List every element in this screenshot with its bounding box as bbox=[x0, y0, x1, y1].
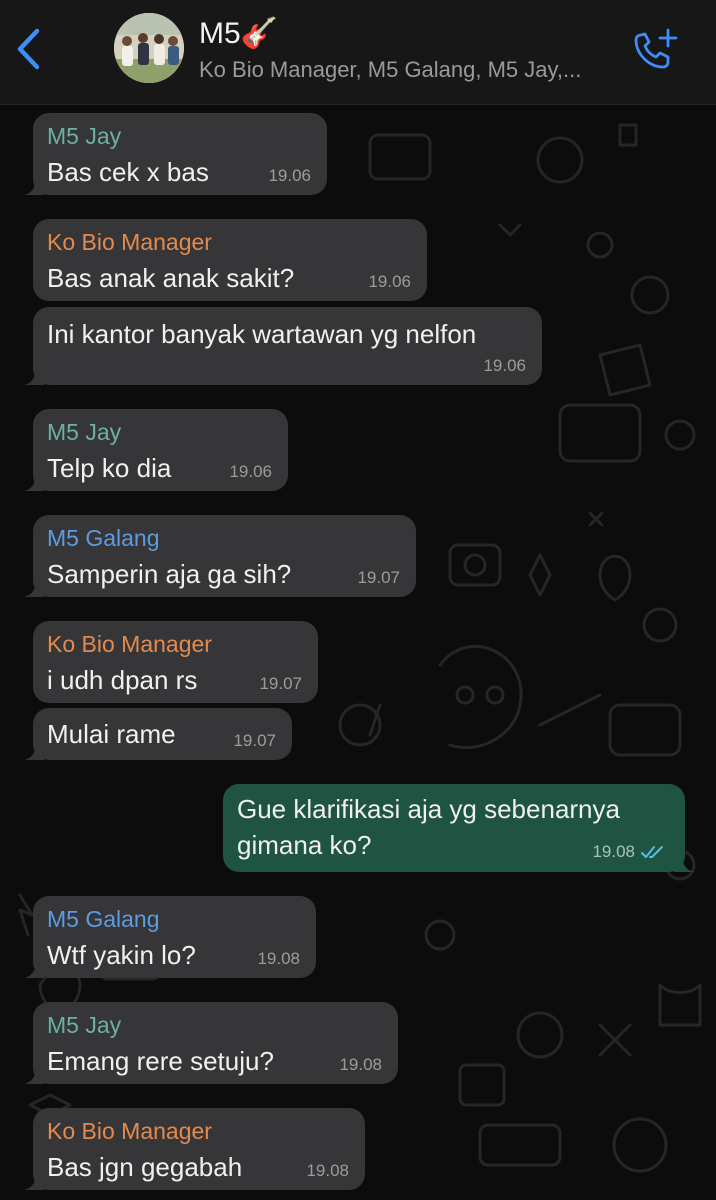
sender-name[interactable]: M5 Galang bbox=[47, 524, 402, 552]
bubble-tail bbox=[24, 742, 44, 760]
add-call-icon bbox=[634, 28, 678, 69]
chat-title[interactable]: M5🎸 bbox=[199, 16, 278, 52]
message-bubble[interactable]: M5 Jay Bas cek x bas 19.06 bbox=[24, 113, 327, 195]
chat-header: M5🎸 Ko Bio Manager, M5 Galang, M5 Jay,..… bbox=[0, 0, 716, 105]
sender-name[interactable]: Ko Bio Manager bbox=[47, 1117, 351, 1145]
bubble-tail bbox=[24, 579, 44, 597]
back-button[interactable] bbox=[12, 26, 48, 72]
sender-name[interactable]: Ko Bio Manager bbox=[47, 630, 304, 658]
message-bubble[interactable]: M5 Jay Telp ko dia 19.06 bbox=[24, 409, 288, 491]
chat-participants[interactable]: Ko Bio Manager, M5 Galang, M5 Jay,... bbox=[199, 56, 619, 84]
message-time: 19.06 bbox=[229, 462, 272, 481]
message-bubble[interactable]: M5 Jay Emang rere setuju? 19.08 bbox=[24, 1002, 398, 1084]
message-time: 19.06 bbox=[483, 356, 526, 375]
sender-name[interactable]: M5 Jay bbox=[47, 418, 274, 446]
message-bubble[interactable]: Mulai rame 19.07 bbox=[24, 708, 292, 760]
message-bubble-outgoing[interactable]: Gue klarifikasi aja yg sebenarnya gimana… bbox=[223, 784, 694, 872]
message-text: Bas jgn gegabah bbox=[47, 1152, 243, 1182]
message-time: 19.07 bbox=[259, 674, 302, 693]
add-call-button[interactable] bbox=[630, 26, 680, 72]
message-text: Emang rere setuju? bbox=[47, 1046, 274, 1076]
message-bubble[interactable]: Ko Bio Manager Bas jgn gegabah 19.08 bbox=[24, 1108, 365, 1190]
message-time: 19.07 bbox=[357, 568, 400, 587]
double-check-icon bbox=[641, 846, 663, 858]
message-text: Samperin aja ga sih? bbox=[47, 559, 292, 589]
message-text-line: Gue klarifikasi aja yg sebenarnya bbox=[237, 794, 620, 824]
message-bubble[interactable]: Ko Bio Manager Bas anak anak sakit? 19.0… bbox=[33, 219, 427, 301]
message-time: 19.08 bbox=[339, 1055, 382, 1074]
message-time: 19.08 bbox=[257, 949, 300, 968]
message-time: 19.07 bbox=[233, 731, 276, 750]
message-bubble[interactable]: M5 Galang Wtf yakin lo? 19.08 bbox=[24, 896, 316, 978]
message-time: 19.06 bbox=[268, 166, 311, 185]
message-bubble[interactable]: Ini kantor banyak wartawan yg nelfon 19.… bbox=[24, 307, 542, 385]
message-bubble[interactable]: Ko Bio Manager i udh dpan rs 19.07 bbox=[33, 621, 318, 703]
bubble-tail bbox=[24, 177, 44, 195]
message-time: 19.08 bbox=[592, 842, 635, 861]
bubble-tail bbox=[24, 1172, 44, 1190]
message-list[interactable]: M5 Jay Bas cek x bas 19.06 Ko Bio Manage… bbox=[0, 105, 716, 1200]
bubble-tail bbox=[24, 960, 44, 978]
bubble-tail bbox=[24, 473, 44, 491]
message-time: 19.08 bbox=[306, 1161, 349, 1180]
sender-name[interactable]: M5 Galang bbox=[47, 905, 302, 933]
bubble-tail bbox=[24, 367, 44, 385]
group-avatar[interactable] bbox=[114, 13, 184, 83]
sender-name[interactable]: Ko Bio Manager bbox=[47, 228, 413, 256]
message-bubble[interactable]: M5 Galang Samperin aja ga sih? 19.07 bbox=[24, 515, 416, 597]
message-text: Ini kantor banyak wartawan yg nelfon bbox=[47, 319, 477, 349]
bubble-tail bbox=[674, 854, 694, 872]
sender-name[interactable]: M5 Jay bbox=[47, 122, 313, 150]
sender-name[interactable]: M5 Jay bbox=[47, 1011, 384, 1039]
message-time: 19.06 bbox=[368, 272, 411, 291]
message-text: Bas anak anak sakit? bbox=[47, 263, 295, 293]
bubble-tail bbox=[24, 1066, 44, 1084]
chevron-left-icon bbox=[17, 28, 40, 70]
